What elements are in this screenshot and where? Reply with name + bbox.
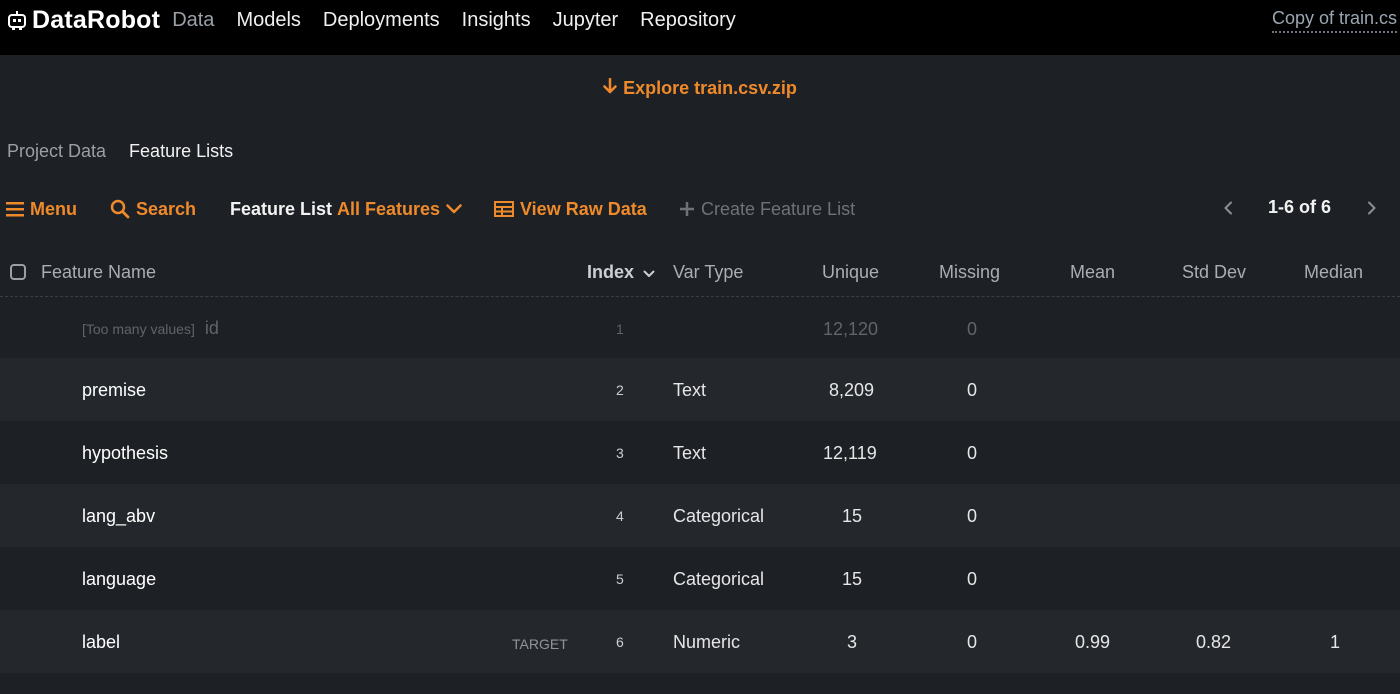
column-header-missing[interactable]: Missing [939, 262, 1000, 283]
tab-feature-lists[interactable]: Feature Lists [129, 141, 233, 162]
create-feature-list-button[interactable]: Create Feature List [679, 196, 855, 222]
table-row[interactable]: premise 2 Text 8,209 0 [0, 358, 1400, 421]
explore-dataset-link[interactable]: Explore train.csv.zip [0, 77, 1400, 99]
nav-item-models[interactable]: Models [236, 9, 300, 32]
feature-name[interactable]: hypothesis [82, 443, 168, 464]
missing-cell: 0 [967, 380, 978, 400]
nav-item-deployments[interactable]: Deployments [323, 9, 440, 32]
target-badge: TARGET [512, 636, 568, 652]
main-nav: Data Models Deployments Insights Jupyter… [172, 0, 758, 48]
index-header-label: Index [587, 262, 635, 282]
column-header-std-dev[interactable]: Std Dev [1182, 262, 1246, 283]
feature-list-label: Feature List [230, 198, 333, 219]
top-navbar: DataRobot Data Models Deployments Insigh… [0, 0, 1400, 55]
view-raw-data-label: View Raw Data [520, 198, 647, 219]
var-type-cell: Categorical [673, 506, 765, 526]
feature-name-cell: [Too many values] id [82, 318, 219, 339]
pagination-count: 1-6 of 6 [1268, 197, 1332, 217]
mean-cell: 0.99 [1075, 632, 1111, 652]
chevron-right-icon[interactable] [1367, 199, 1377, 220]
unique-cell: 12,119 [823, 443, 877, 463]
select-all-checkbox[interactable] [10, 264, 26, 280]
table-row[interactable]: [Too many values] id 1 12,120 0 [0, 298, 1400, 361]
table-header: Feature Name Index Var Type Unique Missi… [0, 250, 1400, 297]
median-cell: 1 [1330, 632, 1341, 652]
table-icon [494, 201, 514, 217]
index-cell: 5 [616, 571, 624, 587]
feature-list-value: All Features [337, 198, 441, 219]
column-header-median[interactable]: Median [1304, 262, 1363, 283]
menu-button[interactable]: Menu [6, 196, 77, 222]
nav-item-repository[interactable]: Repository [640, 9, 736, 32]
unique-cell: 15 [842, 506, 863, 526]
table-row[interactable]: lang_abv 4 Categorical 15 0 [0, 484, 1400, 547]
brand-logo[interactable]: DataRobot [6, 0, 160, 48]
std-dev-cell: 0.82 [1196, 632, 1232, 652]
feature-name[interactable]: lang_abv [82, 506, 155, 527]
feature-toolbar: Menu Search Feature List All Features Vi… [0, 196, 1400, 224]
brand-name: DataRobot [32, 6, 161, 34]
column-header-unique[interactable]: Unique [822, 262, 879, 283]
nav-item-data[interactable]: Data [172, 9, 214, 32]
project-name-link[interactable]: Copy of train.cs [1272, 8, 1398, 33]
feature-name: id [204, 318, 219, 338]
hamburger-icon [6, 202, 24, 217]
explore-label: Explore train.csv.zip [623, 78, 797, 98]
arrow-down-icon [603, 77, 617, 99]
feature-name[interactable]: language [82, 569, 156, 590]
index-cell: 1 [616, 321, 624, 337]
var-type-cell: Text [673, 443, 707, 463]
tab-project-data[interactable]: Project Data [7, 141, 106, 162]
missing-cell: 0 [967, 443, 978, 463]
missing-cell: 0 [967, 319, 978, 339]
var-type-cell: Categorical [673, 569, 765, 589]
unique-cell: 15 [842, 569, 863, 589]
table-row[interactable]: label TARGET 6 Numeric 3 0 0.99 0.82 1 [0, 610, 1400, 673]
column-header-var-type[interactable]: Var Type [673, 262, 743, 283]
nav-item-insights[interactable]: Insights [462, 9, 531, 32]
robot-icon [8, 10, 26, 30]
column-header-index[interactable]: Index [587, 262, 655, 283]
index-cell: 4 [616, 508, 624, 524]
view-raw-data-button[interactable]: View Raw Data [494, 196, 647, 222]
plus-icon [680, 202, 694, 216]
chevron-left-icon[interactable] [1223, 199, 1233, 220]
column-header-mean[interactable]: Mean [1070, 262, 1115, 283]
sort-desc-icon [643, 270, 655, 277]
missing-cell: 0 [967, 632, 978, 652]
index-cell: 2 [616, 382, 624, 398]
unique-cell: 8,209 [829, 380, 875, 400]
unique-cell: 12,120 [823, 319, 879, 339]
feature-name[interactable]: label [82, 632, 120, 653]
var-type-cell: Numeric [673, 632, 741, 652]
table-row[interactable]: hypothesis 3 Text 12,119 0 [0, 421, 1400, 484]
missing-cell: 0 [967, 569, 978, 589]
search-icon [110, 199, 130, 219]
search-label: Search [136, 198, 197, 219]
index-cell: 3 [616, 445, 624, 461]
menu-label: Menu [30, 198, 77, 219]
data-subtabs: Project Data Feature Lists [7, 141, 256, 162]
chevron-down-icon [446, 204, 462, 214]
create-feature-list-label: Create Feature List [701, 198, 856, 219]
unique-cell: 3 [847, 632, 858, 652]
column-header-feature-name[interactable]: Feature Name [41, 262, 156, 283]
too-many-values-note: [Too many values] [82, 321, 195, 337]
feature-list-dropdown[interactable]: Feature List All Features [230, 196, 462, 222]
nav-item-jupyter[interactable]: Jupyter [553, 9, 619, 32]
search-button[interactable]: Search [110, 196, 196, 222]
index-cell: 6 [616, 634, 624, 650]
feature-name[interactable]: premise [82, 380, 146, 401]
var-type-cell: Text [673, 380, 707, 400]
table-row[interactable]: language 5 Categorical 15 0 [0, 547, 1400, 610]
missing-cell: 0 [967, 506, 978, 526]
